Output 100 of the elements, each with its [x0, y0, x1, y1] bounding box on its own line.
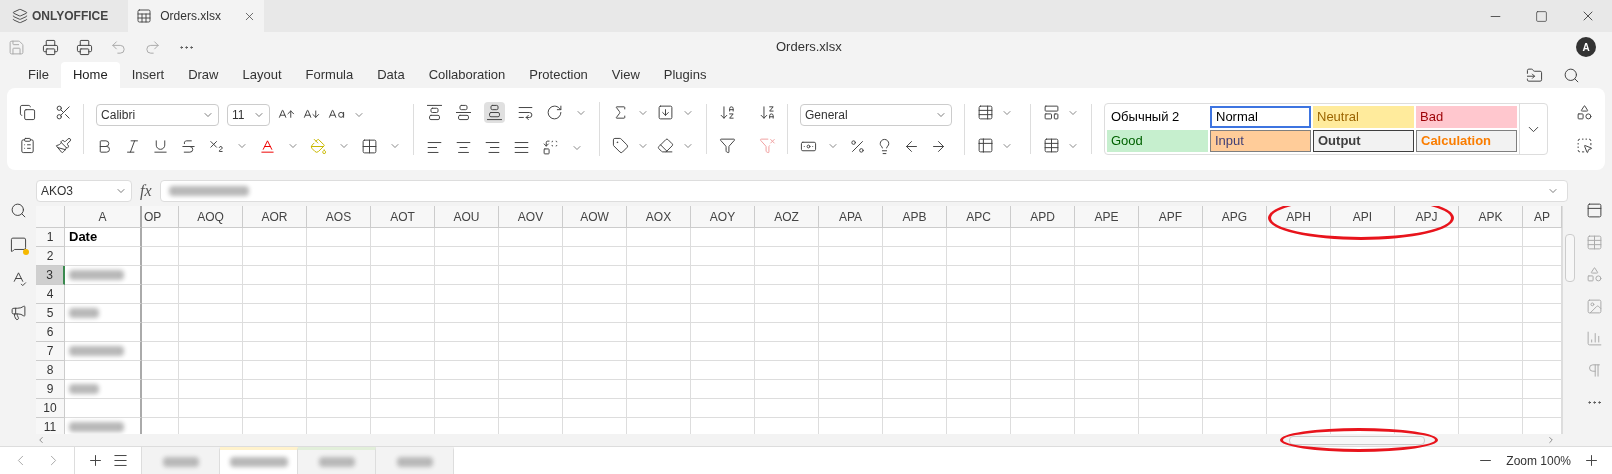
cut-icon[interactable] [55, 104, 73, 121]
copy-icon[interactable] [19, 104, 36, 121]
menu-tab[interactable]: File [16, 62, 61, 88]
maximize-icon[interactable] [1535, 9, 1548, 23]
add-sheet-icon[interactable] [87, 452, 104, 469]
cell-style-item[interactable]: Bad [1416, 106, 1517, 128]
column-header[interactable]: API [1331, 206, 1395, 228]
row-header[interactable]: 4 [36, 285, 65, 304]
justify-icon[interactable] [513, 139, 531, 156]
percent-icon[interactable] [849, 137, 866, 155]
column-header[interactable]: AOY [691, 206, 755, 228]
scrollbar-thumb[interactable] [1564, 234, 1575, 282]
clear-icon[interactable] [657, 137, 675, 154]
sort-ascending-icon[interactable] [719, 104, 737, 121]
format-painter-icon[interactable] [55, 137, 73, 154]
format-as-table-icon[interactable] [1042, 137, 1060, 154]
underline-icon[interactable] [152, 137, 170, 155]
font-size-field[interactable]: 11 [227, 103, 271, 126]
menu-tab[interactable]: Data [365, 62, 417, 88]
row-header[interactable]: 7 [36, 342, 65, 361]
wrap-text-icon[interactable] [517, 104, 535, 121]
align-center-icon[interactable] [455, 139, 473, 156]
column-header[interactable]: APF [1139, 206, 1203, 228]
column-header[interactable]: AOS [307, 206, 371, 228]
menu-tab[interactable]: Draw [176, 62, 231, 88]
row-header[interactable]: 11 [36, 418, 65, 434]
column-header[interactable]: APA [819, 206, 883, 228]
column-header[interactable]: AOR [243, 206, 307, 228]
column-header[interactable]: APE [1075, 206, 1139, 228]
spreadsheet-icon[interactable] [136, 8, 153, 24]
number-format-field[interactable]: General [800, 103, 952, 126]
document-tab[interactable]: Orders.xlsx [128, 0, 265, 32]
align-right-icon[interactable] [484, 139, 502, 156]
menu-tab[interactable]: Collaboration [416, 62, 518, 88]
formula-field[interactable] [159, 180, 1568, 202]
borders-icon[interactable] [361, 137, 379, 155]
filter-icon[interactable] [719, 137, 737, 154]
row-header[interactable]: 6 [36, 323, 65, 342]
name-box[interactable]: AKO3 [36, 180, 132, 202]
column-header[interactable]: APB [883, 206, 947, 228]
zoom-in-icon[interactable] [1583, 452, 1600, 469]
column-header[interactable]: AOX [627, 206, 691, 228]
menu-tab[interactable]: Plugins [651, 62, 719, 88]
column-header[interactable]: AOW [563, 206, 627, 228]
column-header[interactable]: OP [142, 206, 179, 228]
column-header[interactable]: AOZ [755, 206, 819, 228]
user-avatar[interactable]: A [1576, 37, 1596, 57]
shapes-icon[interactable] [1576, 104, 1593, 121]
paste-icon[interactable] [19, 137, 36, 154]
align-middle-icon[interactable] [455, 104, 473, 121]
cell-style-item[interactable]: Neutral [1313, 106, 1414, 128]
row-header[interactable]: 8 [36, 361, 65, 380]
font-name-field[interactable]: Calibri [96, 103, 220, 126]
fill-icon[interactable] [657, 104, 675, 121]
table-cell [819, 304, 883, 323]
menu-tab[interactable]: Insert [119, 62, 177, 88]
search-icon[interactable] [1563, 67, 1580, 84]
horizontal-scrollbar-thumb[interactable] [1289, 435, 1425, 445]
menu-tab[interactable]: View [599, 62, 652, 88]
column-header[interactable]: AOQ [179, 206, 243, 228]
column-header[interactable]: AOT [371, 206, 435, 228]
menu-tab[interactable]: Formula [293, 62, 366, 88]
align-top-icon[interactable] [426, 104, 444, 121]
column-header[interactable]: APH [1267, 206, 1331, 228]
megaphone-icon[interactable] [9, 304, 27, 321]
font-color-icon[interactable] [259, 137, 277, 155]
print-icon[interactable] [42, 38, 59, 56]
row-header[interactable]: 5 [36, 304, 65, 323]
row-header[interactable]: 3 [36, 266, 65, 285]
column-header[interactable]: APJ [1395, 206, 1459, 228]
column-header[interactable]: AOU [435, 206, 499, 228]
menu-tab[interactable]: Protection [517, 62, 600, 88]
column-header[interactable]: APK [1459, 206, 1523, 228]
column-header[interactable]: A [65, 206, 142, 228]
sort-descending-icon[interactable] [759, 104, 777, 121]
row-header[interactable]: 2 [36, 247, 65, 266]
column-header[interactable]: APD [1011, 206, 1075, 228]
fill-color-icon[interactable] [310, 137, 328, 155]
row-header[interactable]: 9 [36, 380, 65, 399]
named-range-icon[interactable] [612, 137, 630, 154]
function-label[interactable]: fx [140, 179, 152, 203]
column-header[interactable]: AOV [499, 206, 563, 228]
cell-style-item[interactable]: Output [1313, 130, 1414, 152]
search-icon[interactable] [9, 202, 27, 219]
menu-tab[interactable]: Home [60, 62, 120, 88]
row-header[interactable]: 1 [36, 228, 65, 247]
align-left-icon[interactable] [426, 139, 444, 156]
sheet-list-icon[interactable] [112, 452, 129, 469]
menu-tab[interactable]: Layout [230, 62, 294, 88]
table-cell [947, 304, 1011, 323]
cell-style-item[interactable]: Good [1107, 130, 1208, 152]
cell-style-item[interactable]: Normal [1210, 106, 1311, 128]
select-icon[interactable] [1576, 137, 1593, 154]
cell-style-item[interactable]: Input [1210, 130, 1311, 152]
strikethrough-icon[interactable] [180, 137, 198, 155]
comment-icon[interactable] [9, 236, 27, 253]
row-header[interactable]: 10 [36, 399, 65, 418]
column-header[interactable]: APG [1203, 206, 1267, 228]
column-header[interactable]: AP [1523, 206, 1562, 228]
column-header[interactable]: APC [947, 206, 1011, 228]
